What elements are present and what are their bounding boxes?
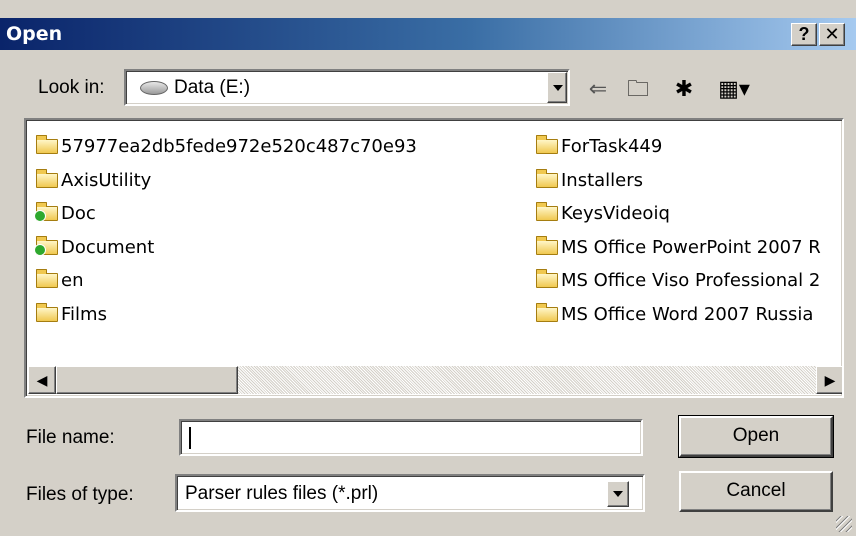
list-item-label: MS Office PowerPoint 2007 R	[561, 236, 821, 258]
list-item-label: Document	[61, 236, 155, 258]
list-item-label: MS Office Word 2007 Russia	[561, 303, 814, 325]
list-item[interactable]: 57977ea2db5fede972e520c487c70e93	[36, 130, 417, 164]
folder-icon	[536, 135, 558, 155]
folder-icon	[536, 302, 558, 322]
list-item[interactable]: Document	[34, 231, 417, 265]
cancel-button[interactable]: Cancel	[679, 471, 833, 512]
close-button[interactable]: ✕	[819, 23, 845, 46]
filetype-value: Parser rules files (*.prl)	[185, 483, 379, 504]
filetype-combo[interactable]: Parser rules files (*.prl)	[175, 474, 645, 512]
drive-icon	[140, 81, 168, 95]
list-item-label: Films	[61, 303, 107, 325]
filetype-label: Files of type:	[26, 484, 134, 505]
lookin-value-text: Data (E:)	[174, 77, 251, 98]
resize-grip-icon[interactable]	[836, 516, 852, 532]
list-item[interactable]: MS Office PowerPoint 2007 R	[536, 231, 821, 265]
up-folder-icon[interactable]: 🗀	[622, 75, 654, 103]
open-button[interactable]: Open	[678, 415, 834, 458]
folder-icon	[36, 302, 58, 322]
file-list-column-1: 57977ea2db5fede972e520c487c70e93 AxisUtil…	[34, 130, 417, 332]
list-item-label: 57977ea2db5fede972e520c487c70e93	[61, 136, 417, 158]
shared-badge-icon	[34, 243, 46, 256]
lookin-value: Data (E:)	[140, 77, 250, 99]
list-item-label: MS Office Viso Professional 2	[561, 270, 821, 292]
shared-folder-icon	[34, 202, 58, 223]
folder-icon	[536, 235, 558, 255]
folder-icon	[36, 168, 58, 188]
shared-badge-icon	[34, 210, 46, 223]
filename-input[interactable]	[179, 419, 643, 456]
folder-icon	[536, 202, 558, 222]
filename-label: File name:	[26, 427, 115, 448]
list-item[interactable]: Films	[36, 298, 417, 332]
folder-icon	[36, 135, 58, 155]
list-item[interactable]: MS Office Viso Professional 2	[536, 264, 821, 298]
lookin-combo[interactable]: Data (E:)	[124, 69, 570, 106]
lookin-label: Look in:	[38, 77, 105, 98]
text-caret	[189, 427, 191, 449]
help-button[interactable]: ?	[791, 23, 817, 46]
new-folder-icon[interactable]: ✱	[668, 75, 700, 103]
scroll-right-button[interactable]: ▶	[816, 366, 842, 394]
scroll-thumb[interactable]	[56, 366, 238, 394]
title-bar[interactable]: Open ? ✕	[0, 18, 856, 50]
list-item[interactable]: MS Office Word 2007 Russia	[536, 298, 821, 332]
back-icon[interactable]: ⇐	[582, 75, 614, 103]
list-item-label: KeysVideoiq	[561, 203, 670, 225]
folder-icon	[536, 269, 558, 289]
horizontal-scrollbar[interactable]: ◀ ▶	[28, 366, 842, 394]
list-item-label: Doc	[61, 203, 96, 225]
list-item-label: Installers	[561, 169, 644, 191]
file-list-column-2: ForTask449 Installers KeysVideoiq MS Office…	[536, 130, 821, 331]
shared-folder-icon	[34, 235, 58, 256]
filetype-dropdown-button[interactable]	[607, 481, 629, 507]
list-item[interactable]: AxisUtility	[36, 164, 417, 198]
scroll-left-button[interactable]: ◀	[28, 366, 56, 394]
list-item[interactable]: ForTask449	[536, 130, 821, 164]
list-item-label: ForTask449	[561, 136, 663, 158]
list-item-label: en	[61, 270, 84, 292]
window-title: Open	[6, 23, 63, 45]
list-item[interactable]: KeysVideoiq	[536, 197, 821, 231]
list-item[interactable]: Installers	[536, 164, 821, 198]
folder-icon	[36, 269, 58, 289]
file-list[interactable]: 57977ea2db5fede972e520c487c70e93 AxisUtil…	[24, 118, 844, 398]
list-item[interactable]: Doc	[34, 197, 417, 231]
views-menu-icon[interactable]: ▦▾	[708, 75, 760, 103]
list-item-label: AxisUtility	[61, 169, 152, 191]
folder-icon	[536, 168, 558, 188]
lookin-dropdown-button[interactable]	[547, 72, 567, 103]
list-item[interactable]: en	[36, 264, 417, 298]
